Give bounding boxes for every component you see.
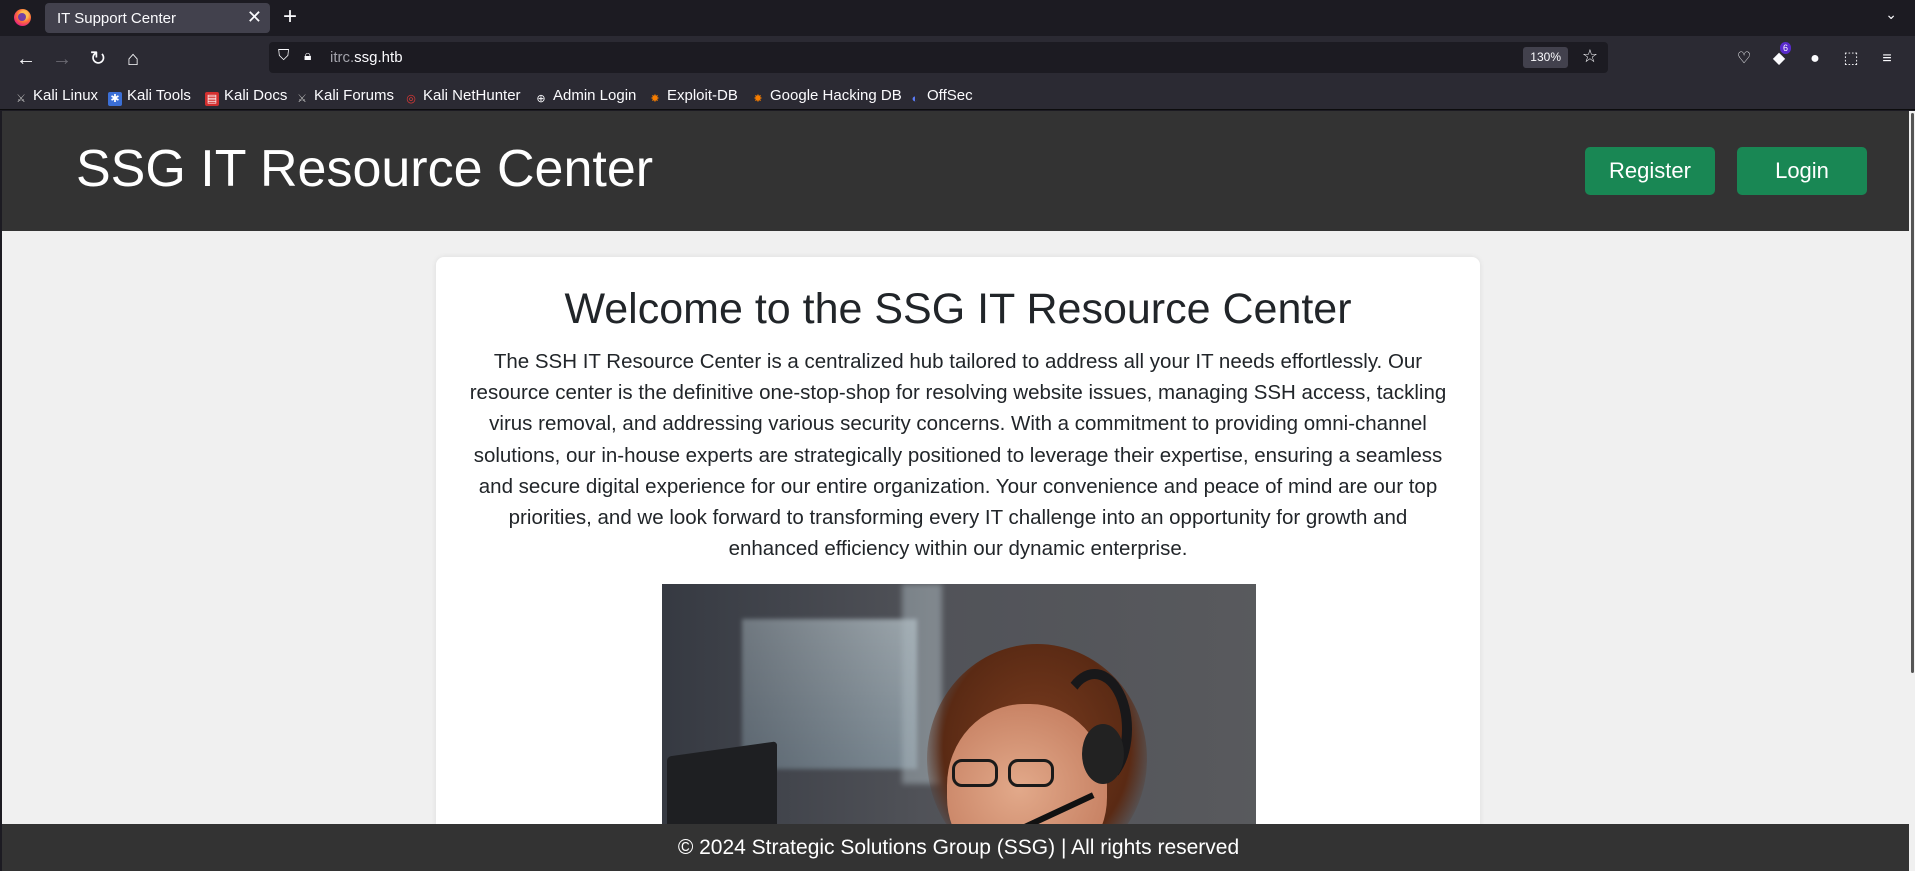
site-footer: © 2024 Strategic Solutions Group (SSG) |… [2,824,1915,871]
kali-tools-icon: ✱ [108,92,122,106]
kali-forums-icon: ⚔ [297,93,307,105]
welcome-heading: Welcome to the SSG IT Resource Center [564,285,1352,333]
insecure-lock-icon[interactable]: 🔒︎ [304,47,311,64]
cookie-editor-icon[interactable]: ● [1804,48,1826,70]
tab-it-support-center[interactable]: IT Support Center ✕ [45,3,270,33]
welcome-card: Welcome to the SSG IT Resource Center Th… [436,257,1480,871]
bookmark-kali-linux[interactable]: ⚔ Kali Linux [14,86,98,106]
support-agent-image [662,584,1256,844]
page-viewport: SSG IT Resource Center Register Login We… [0,111,1915,871]
bookmark-kali-forums[interactable]: ⚔ Kali Forums [295,86,394,106]
home-icon[interactable]: ⌂ [120,46,146,72]
navigation-toolbar: ← → ↻ ⌂ ⛉ 🔒︎ itrc.ssg.htb 130% ☆ ♡ ◆ 6 ● … [0,36,1915,83]
ghdb-icon: ✸ [753,93,763,105]
kali-dragon-icon: ⚔ [16,93,26,105]
intro-paragraph: The SSH IT Resource Center is a centrali… [469,350,1447,561]
pocket-icon[interactable]: ♡ [1733,48,1755,70]
exploit-db-icon: ✸ [650,93,660,105]
offsec-icon: ◐ [911,93,919,105]
kali-docs-icon: ▤ [205,92,219,106]
register-button[interactable]: Register [1585,147,1715,195]
globe-icon: ⊕ [536,93,546,105]
bookmark-offsec[interactable]: ◐ OffSec [908,86,973,106]
new-tab-icon[interactable]: + [283,3,297,31]
agent-glasses [952,759,1062,789]
headset-earcup [1082,724,1124,784]
tracking-protection-shield-icon[interactable]: ⛉ [278,47,289,64]
address-bar[interactable]: ⛉ 🔒︎ itrc.ssg.htb 130% ☆ [269,42,1608,73]
nethunter-icon: ◎ [406,93,416,105]
extension-puzzle-icon[interactable]: ◆ 6 [1768,42,1792,70]
bookmark-star-icon[interactable]: ☆ [1582,46,1598,67]
extensions-icon[interactable]: ⬚ [1840,48,1862,70]
bookmark-kali-docs[interactable]: ▤ Kali Docs [205,86,287,106]
list-all-tabs-icon[interactable]: ⌄ [1885,6,1897,23]
reload-icon[interactable]: ↻ [85,46,111,72]
forward-arrow-icon[interactable]: → [49,46,75,72]
hamburger-menu-icon[interactable]: ≡ [1876,48,1898,70]
scrollbar-thumb[interactable] [1911,113,1914,673]
site-title: SSG IT Resource Center [76,140,654,198]
bookmarks-toolbar: ⚔ Kali Linux ✱ Kali Tools ▤ Kali Docs ⚔ Kali… [0,83,1915,110]
bookmark-kali-tools[interactable]: ✱ Kali Tools [108,86,191,106]
extension-badge: 6 [1780,42,1792,54]
firefox-logo-icon [14,9,31,26]
bookmark-google-hacking-db[interactable]: ✸ Google Hacking DB [751,86,901,106]
bookmark-admin-login[interactable]: ⊕ Admin Login [534,86,636,106]
close-tab-icon[interactable]: ✕ [247,6,262,28]
page-scrollbar[interactable] [1909,111,1915,871]
bookmark-exploit-db[interactable]: ✸ Exploit-DB [648,86,737,106]
tab-title: IT Support Center [57,10,176,27]
site-header: SSG IT Resource Center Register Login [2,111,1915,231]
url-text[interactable]: itrc.ssg.htb [330,49,403,66]
zoom-level-badge[interactable]: 130% [1523,47,1568,68]
login-button[interactable]: Login [1737,147,1867,195]
back-arrow-icon[interactable]: ← [13,46,39,72]
tab-bar: IT Support Center ✕ + ⌄ [0,0,1915,36]
bookmark-kali-nethunter[interactable]: ◎ Kali NetHunter [404,86,520,106]
